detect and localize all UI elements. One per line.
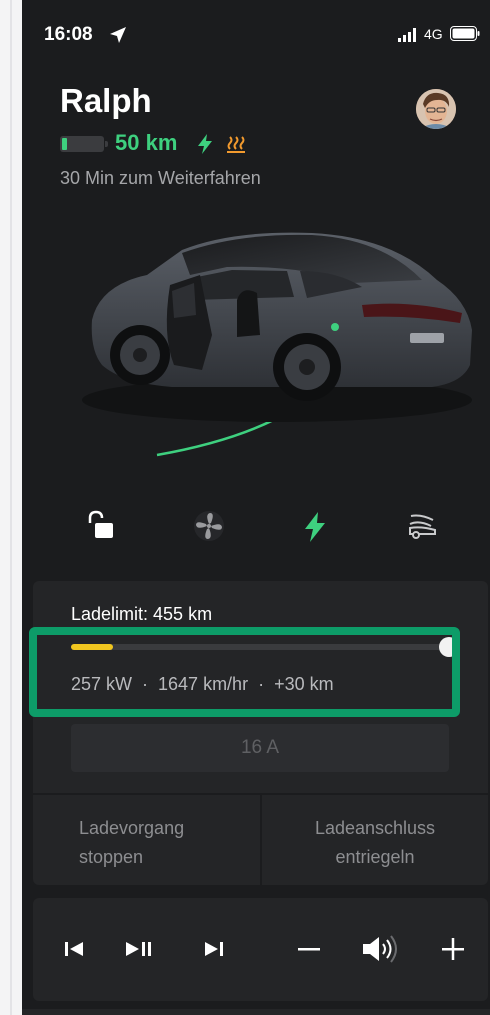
car-image[interactable] [62,205,482,480]
vehicle-battery-icon [60,136,108,152]
range-value: 50 km [115,130,178,155]
volume-up-icon[interactable] [436,934,472,964]
volume-down-icon[interactable] [292,934,328,964]
charge-limit-label: Ladelimit: 455 km [71,604,213,624]
next-track-icon[interactable] [197,934,233,964]
frunk-button[interactable] [392,500,452,556]
phone-screen: 16:08 4G Ralph 50 km 30 Min zum Weiterfa… [22,0,490,1015]
charge-amps-value: 16 A [240,737,280,758]
battery-nub [105,141,108,147]
unlock-port-label-line1: Ladeanschluss [314,818,436,838]
previous-track-icon[interactable] [57,934,93,964]
charge-control-button[interactable] [285,500,345,556]
quick-controls [22,500,490,560]
fan-icon [194,511,224,541]
status-bar: 16:08 4G [22,22,490,52]
charging-bolt-icon [305,512,325,542]
left-margin-strip [0,0,22,1015]
phone-battery-icon [450,26,480,41]
unlock-charge-port-button[interactable]: Ladeanschluss entriegeln [262,795,488,885]
unlock-port-label-line2: entriegeln [335,847,415,867]
unlocked-padlock-icon [88,510,113,538]
stop-charging-button[interactable]: Ladevorgang stoppen [33,795,259,885]
charging-bolt-icon [198,134,212,154]
climate-button[interactable] [178,500,238,556]
media-controls [33,898,488,1001]
stop-charging-label-line1: Ladevorgang [79,818,185,838]
car-frunk-icon [409,514,436,539]
battery-level-fill [62,138,67,150]
cellular-signal-icon [398,28,416,42]
status-time: 16:08 [44,24,93,45]
vehicle-name[interactable]: Ralph [60,82,152,120]
location-arrow-icon [110,27,126,43]
play-pause-icon[interactable] [121,934,157,964]
range-row: 50 km [60,130,320,158]
next-panel-edge [22,1009,490,1015]
network-type: 4G [424,26,443,42]
charge-eta-text: 30 Min zum Weiterfahren [60,168,261,188]
highlight-box [29,627,460,717]
lock-button[interactable] [71,500,131,556]
charge-amps-control[interactable]: 16 A [71,724,449,772]
seat-heater-icon [227,136,245,153]
stop-charging-label-line2: stoppen [79,847,144,867]
speaker-icon[interactable] [359,934,403,964]
user-avatar[interactable] [416,89,456,129]
margin-line [10,0,12,1015]
